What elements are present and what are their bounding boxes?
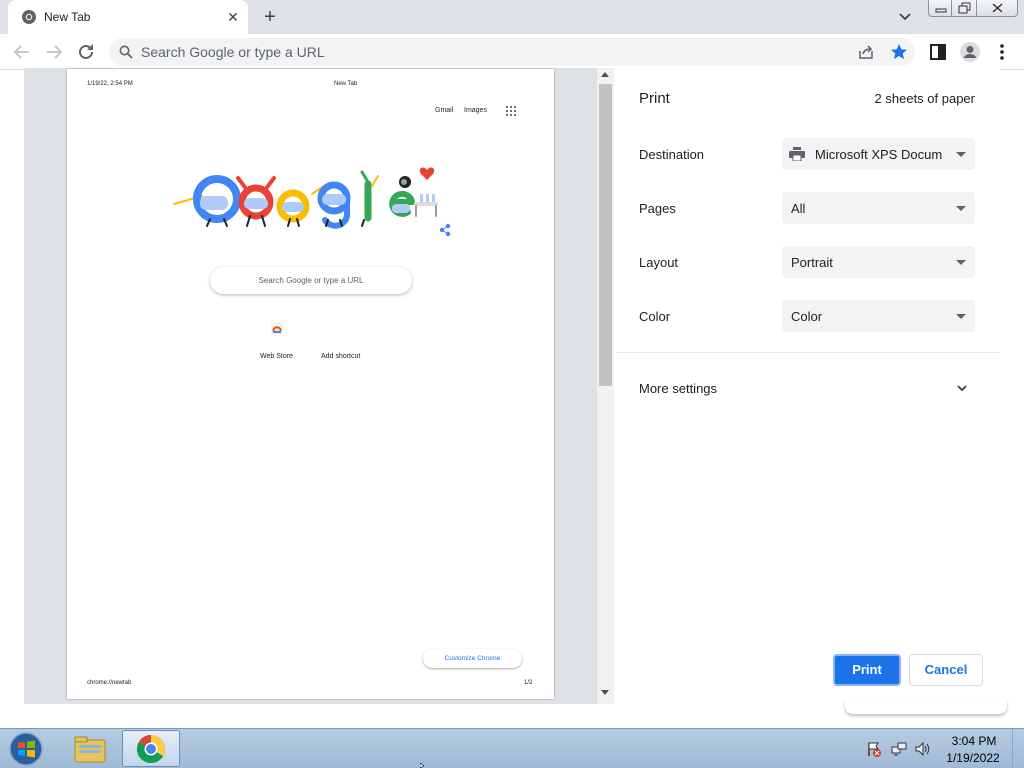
webstore-icon [271, 322, 283, 334]
taskbar-explorer[interactable] [60, 730, 118, 767]
show-desktop-button[interactable] [1012, 729, 1024, 768]
preview-page: 1/19/22, 2:54 PM New Tab Gmail Images Se… [67, 69, 554, 699]
side-panel-icon[interactable] [926, 40, 950, 64]
page-search-box: Search Google or type a URL [210, 267, 412, 294]
preview-scrollbar[interactable] [597, 68, 614, 704]
profile-icon[interactable] [958, 40, 982, 64]
new-tab-button[interactable]: + [258, 6, 282, 28]
close-icon[interactable]: ✕ [224, 8, 242, 26]
layout-select[interactable]: Portrait [782, 246, 975, 278]
printer-icon [789, 147, 805, 161]
minimize-icon [935, 8, 947, 13]
color-label: Color [639, 309, 671, 324]
pages-label: Pages [639, 201, 676, 216]
reload-icon[interactable] [74, 40, 98, 64]
folder-icon [74, 736, 106, 763]
page-search-placeholder: Search Google or type a URL [258, 276, 364, 285]
destination-value: Microsoft XPS Docum [815, 147, 943, 162]
print-title: Print [639, 90, 670, 107]
forward-icon[interactable] [42, 40, 66, 64]
restore-icon [958, 2, 971, 14]
destination-label: Destination [639, 147, 705, 162]
taskbar-chrome[interactable] [122, 730, 180, 767]
apps-grid-icon [505, 105, 517, 117]
chevron-down-icon [956, 314, 966, 319]
chrome-icon [137, 735, 165, 763]
tab-title: New Tab [44, 10, 91, 24]
clock-time[interactable]: 3:04 PM [946, 734, 1002, 748]
more-settings-toggle[interactable]: More settings [639, 381, 717, 396]
page-header-date: 1/19/22, 2:54 PM [87, 81, 133, 87]
color-value: Color [791, 309, 823, 324]
taskbar: 3:04 PM 1/19/2022 [0, 728, 1024, 768]
tab-new-tab[interactable]: New Tab ✕ [8, 0, 248, 34]
chevron-down-icon[interactable] [895, 8, 915, 26]
flag-icon[interactable] [866, 741, 882, 757]
pages-value: All [791, 201, 806, 216]
chevron-down-icon[interactable] [955, 381, 969, 395]
volume-icon[interactable] [914, 741, 930, 757]
cancel-button[interactable]: Cancel [909, 654, 983, 686]
scroll-down-arrow[interactable] [601, 690, 609, 695]
omnibox-input[interactable] [141, 38, 821, 66]
back-icon[interactable] [10, 40, 34, 64]
page-footer-url: chrome://newtab [87, 680, 132, 686]
search-icon [119, 45, 133, 59]
page-shortcut-add: Add shortcut [321, 353, 361, 360]
destination-select[interactable]: Microsoft XPS Docum [782, 138, 975, 170]
print-button[interactable]: Print [833, 654, 901, 686]
window-close-button[interactable] [976, 0, 1018, 17]
sheet-count: 2 sheets of paper [874, 91, 975, 106]
page-gmail-link: Gmail [435, 107, 454, 114]
omnibox[interactable] [109, 38, 915, 66]
clock-date[interactable]: 1/19/2022 [940, 751, 1006, 765]
toolbar [0, 34, 1024, 70]
tab-strip: New Tab ✕ + [0, 0, 1024, 34]
network-icon[interactable] [891, 741, 907, 757]
chrome-icon [22, 10, 36, 24]
star-icon[interactable] [889, 42, 909, 62]
minimize-button[interactable] [928, 0, 952, 17]
page-shortcut-webstore: Web Store [260, 353, 293, 360]
page-footer-page-number: 1/2 [524, 680, 533, 686]
layout-label: Layout [639, 255, 679, 270]
pages-select[interactable]: All [782, 192, 975, 224]
chevron-down-icon [956, 152, 966, 157]
settings-divider [615, 352, 1000, 353]
google-doodle [173, 167, 451, 237]
page-customize-chrome: Customize Chrome [423, 649, 522, 668]
chevron-down-icon [956, 260, 966, 265]
restore-button[interactable] [951, 0, 977, 17]
scroll-thumb[interactable] [599, 84, 612, 386]
color-select[interactable]: Color [782, 300, 975, 332]
layout-value: Portrait [791, 255, 833, 270]
windows-start-icon[interactable] [6, 731, 46, 767]
dialog-shadow [845, 700, 1007, 714]
page-header-title: New Tab [334, 81, 358, 87]
close-icon [992, 3, 1003, 13]
mouse-cursor [420, 763, 425, 768]
page-images-link: Images [464, 107, 487, 114]
share-icon[interactable] [857, 43, 875, 61]
scroll-up-arrow[interactable] [601, 72, 609, 77]
print-preview: 1/19/22, 2:54 PM New Tab Gmail Images Se… [24, 68, 614, 704]
kebab-menu-icon[interactable] [990, 40, 1014, 64]
plus-icon: + [264, 6, 276, 28]
chevron-down-icon [956, 206, 966, 211]
print-settings-panel: Print 2 sheets of paper Destination Micr… [615, 68, 1000, 704]
